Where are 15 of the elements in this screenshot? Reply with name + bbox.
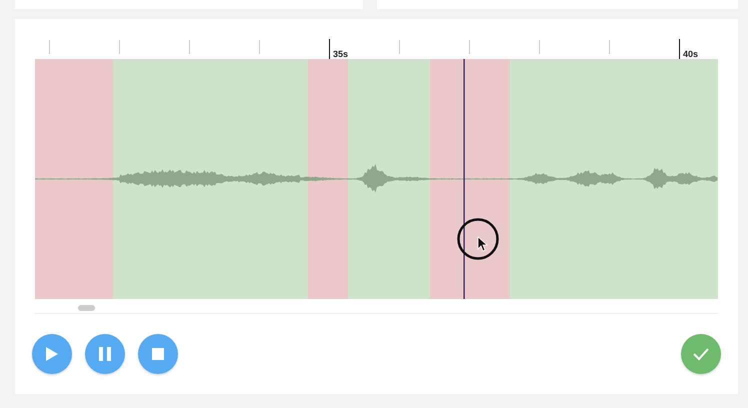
stop-icon <box>152 348 164 360</box>
confirm-button[interactable] <box>681 334 721 374</box>
accepted-segment[interactable] <box>113 59 308 299</box>
scrollbar-thumb[interactable] <box>78 305 95 311</box>
play-button[interactable] <box>32 334 72 374</box>
time-label: 40s <box>683 49 698 59</box>
stop-button[interactable] <box>138 334 178 374</box>
playhead-line[interactable] <box>464 59 465 299</box>
cursor-icon <box>456 217 500 261</box>
checkmark-icon <box>693 347 709 361</box>
play-icon <box>46 347 58 361</box>
rejected-segment[interactable] <box>430 59 510 299</box>
time-label: 35s <box>333 49 348 59</box>
pause-button[interactable] <box>85 334 125 374</box>
pause-icon <box>99 347 111 361</box>
